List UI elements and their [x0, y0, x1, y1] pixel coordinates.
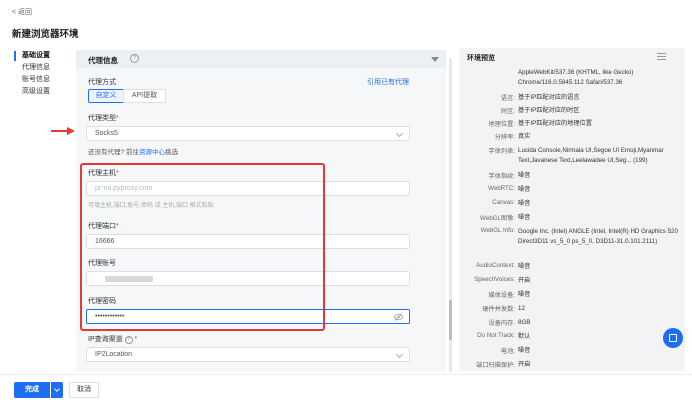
- nav-item-basic-settings[interactable]: 基础设置: [14, 50, 70, 62]
- env-value: AppleWebKit/537.36 (KHTML, like Gecko) C…: [518, 69, 634, 86]
- env-value: 基于IP匹配对应的地理位置: [518, 120, 592, 127]
- env-value: 噪音: [518, 200, 531, 207]
- chevron-down-icon: [395, 129, 404, 138]
- chevron-down-icon: [54, 386, 60, 392]
- help-icon[interactable]: ?: [130, 54, 139, 63]
- ip-channel-select[interactable]: IP2Location: [86, 347, 410, 362]
- proxy-port-value: 16666: [95, 238, 115, 245]
- env-value: 噪音: [518, 186, 531, 193]
- eye-hidden-icon[interactable]: [394, 313, 403, 321]
- env-key: SpeechVoices:: [474, 276, 515, 283]
- proxy-host-label: 代理主机*: [88, 170, 119, 177]
- scrollbar-thumb[interactable]: [449, 300, 452, 340]
- env-value: Lucida Console,Nirmala UI,Segoe UI Emoji…: [518, 147, 664, 164]
- proxy-form-panel: 代理信息 ? 代理方式 引用已有代理 自定义 API提取 代理类型* Socks…: [76, 50, 452, 372]
- blurred-account-value: [105, 276, 153, 282]
- env-value: 噪音: [518, 263, 531, 270]
- proxy-account-label: 代理账号: [88, 260, 116, 267]
- proxy-port-label-text: 代理端口: [88, 223, 116, 230]
- list-menu-icon[interactable]: [657, 53, 666, 61]
- env-key: WebGL Info:: [480, 227, 515, 234]
- nav-item-proxy-info[interactable]: 代理信息: [14, 62, 70, 74]
- env-key: AudioContext:: [476, 262, 515, 269]
- proxy-method-custom-tab[interactable]: 自定义: [88, 89, 124, 103]
- red-arrow-icon: [51, 127, 75, 135]
- no-proxy-hint: 还没有代理? 前往资源中心挑选: [88, 146, 178, 156]
- proxy-port-input[interactable]: 16666: [86, 234, 410, 249]
- proxy-type-label-text: 代理类型: [88, 115, 116, 122]
- proxy-password-label: 代理密码: [88, 298, 116, 305]
- proxy-method-api-tab[interactable]: API提取: [123, 89, 166, 103]
- env-key: 语言:: [500, 95, 515, 102]
- done-button[interactable]: 完成: [14, 382, 50, 398]
- cancel-button[interactable]: 取消: [69, 382, 99, 398]
- proxy-method-label: 代理方式: [88, 79, 116, 86]
- proxy-host-hint: 可填主机,端口,账号,密码 或 主机,端口 格式粘贴: [88, 203, 214, 209]
- env-key: 端口扫描保护:: [476, 362, 515, 369]
- env-key: 电池:: [500, 348, 515, 355]
- footer-bar: [0, 374, 692, 405]
- nav-item-account-info[interactable]: 账号信息: [14, 74, 70, 86]
- env-value: 开启: [518, 361, 531, 368]
- env-key: 字体列表:: [488, 148, 515, 155]
- env-key: 时区:: [500, 108, 515, 115]
- env-value: 噪音: [518, 291, 531, 298]
- env-preview-panel: 环境预览 AppleWebKit/537.36 (KHTML, like Gec…: [459, 48, 685, 371]
- env-value: 噪音: [518, 214, 531, 221]
- resource-center-link[interactable]: 资源中心: [139, 149, 165, 156]
- env-value: 真实: [518, 133, 531, 140]
- env-value: 8GB: [518, 319, 531, 326]
- done-dropdown-button[interactable]: [51, 382, 63, 398]
- proxy-port-label: 代理端口*: [88, 223, 119, 230]
- env-value: Google Inc. (Intel) ANGLE (Intel, Intel(…: [518, 228, 678, 245]
- env-key: 媒体设备:: [488, 292, 515, 299]
- proxy-host-input[interactable]: pr-na.pyproxy.com: [86, 181, 410, 196]
- proxy-host-label-text: 代理主机: [88, 170, 116, 177]
- chevron-down-icon: [395, 350, 404, 359]
- go-text: 前往: [125, 149, 139, 156]
- env-value: 基于IP匹配对应的时区: [518, 107, 580, 114]
- env-preview-title: 环境预览: [467, 55, 495, 62]
- env-key: 地理位置:: [488, 121, 515, 128]
- proxy-account-input[interactable]: [86, 271, 410, 286]
- env-key: 硬件并发数:: [482, 306, 515, 313]
- env-key: 字体指纹:: [488, 173, 515, 180]
- proxy-type-select[interactable]: Socks5: [86, 126, 410, 141]
- env-value: 默认: [518, 333, 531, 340]
- section-title: 代理信息: [88, 56, 118, 65]
- env-key: Do Not Track:: [477, 332, 515, 339]
- env-key: Canvas:: [492, 199, 515, 206]
- env-value: 噪音: [518, 347, 531, 354]
- proxy-type-value: Socks5: [95, 130, 118, 137]
- env-value: 噪音: [518, 172, 531, 179]
- env-value: 基于IP匹配对应的语言: [518, 94, 580, 101]
- env-key: 分辨率:: [494, 134, 515, 141]
- help-icon[interactable]: ?: [124, 336, 133, 344]
- env-key: 设备内存:: [488, 320, 515, 327]
- proxy-host-placeholder: pr-na.pyproxy.com: [95, 185, 153, 192]
- page-title: 新建浏览器环境: [12, 29, 79, 40]
- side-nav: 基础设置 代理信息 账号信息 高级设置: [14, 50, 70, 98]
- save-icon: [669, 334, 677, 342]
- proxy-type-label: 代理类型*: [88, 115, 119, 122]
- nav-item-advanced-settings[interactable]: 高级设置: [14, 86, 70, 98]
- back-link[interactable]: < 返回: [12, 7, 32, 17]
- ip-channel-label: IP查询渠道 ? *: [88, 336, 138, 344]
- env-key: WebRTC:: [488, 185, 515, 192]
- env-value: 12: [518, 305, 525, 312]
- no-proxy-text: 还没有代理?: [88, 149, 125, 156]
- env-key: WebGL图像:: [480, 215, 515, 222]
- proxy-password-input[interactable]: ••••••••••••: [86, 309, 410, 324]
- collapse-caret-icon[interactable]: [431, 57, 439, 62]
- ip-channel-label-text: IP查询渠道: [88, 336, 123, 343]
- env-value: 开启: [518, 277, 531, 284]
- buy-text: 挑选: [164, 149, 178, 156]
- proxy-password-value: ••••••••••••: [95, 313, 125, 320]
- ip-channel-value: IP2Location: [95, 351, 132, 358]
- use-existing-proxy-link[interactable]: 引用已有代理: [367, 77, 409, 87]
